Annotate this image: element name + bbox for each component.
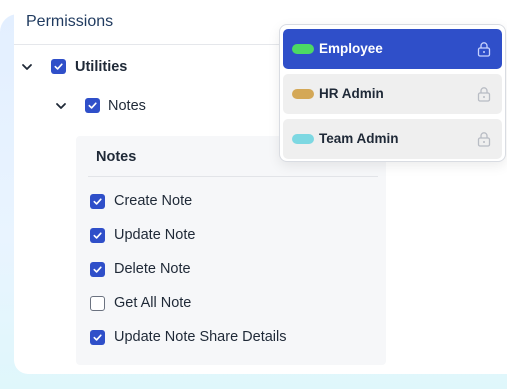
role-option-employee[interactable]: Employee	[283, 29, 502, 69]
create-note-checkbox[interactable]	[90, 194, 105, 209]
permission-row[interactable]: Delete Note	[90, 260, 380, 280]
lock-icon	[477, 41, 491, 57]
permission-label: Create Note	[114, 193, 193, 209]
utilities-label: Utilities	[75, 59, 128, 75]
role-dropdown: Employee HR Admin Team Admin	[279, 24, 506, 162]
page-title: Permissions	[26, 13, 114, 30]
title-divider	[14, 44, 307, 45]
lock-icon	[477, 131, 491, 147]
permission-label: Update Note	[114, 227, 196, 243]
role-name: HR Admin	[319, 86, 384, 101]
permission-row[interactable]: Update Note	[90, 226, 380, 246]
get-all-note-checkbox[interactable]	[90, 296, 105, 311]
permission-label: Update Note Share Details	[114, 329, 287, 345]
utilities-checkbox[interactable]	[51, 59, 66, 74]
update-note-checkbox[interactable]	[90, 228, 105, 243]
chevron-down-icon[interactable]	[55, 100, 67, 112]
role-color-indicator	[292, 44, 314, 54]
role-color-indicator	[292, 134, 314, 144]
notes-checkbox[interactable]	[85, 98, 100, 113]
role-color-indicator	[292, 89, 314, 99]
permission-row[interactable]: Create Note	[90, 192, 380, 212]
update-note-share-details-checkbox[interactable]	[90, 330, 105, 345]
permission-row[interactable]: Update Note Share Details	[90, 328, 380, 348]
lock-icon	[477, 86, 491, 102]
role-name: Employee	[319, 41, 383, 56]
notes-panel-title: Notes	[96, 149, 137, 165]
role-option-team-admin[interactable]: Team Admin	[283, 119, 502, 159]
delete-note-checkbox[interactable]	[90, 262, 105, 277]
notes-permissions-panel: Notes Create Note Update Note Delete Not…	[76, 136, 386, 365]
permission-label: Delete Note	[114, 261, 191, 277]
notes-label: Notes	[108, 98, 146, 114]
permission-row[interactable]: Get All Note	[90, 294, 380, 314]
permission-label: Get All Note	[114, 295, 192, 311]
chevron-down-icon[interactable]	[21, 61, 33, 73]
role-option-hr-admin[interactable]: HR Admin	[283, 74, 502, 114]
notes-panel-divider	[88, 176, 378, 177]
role-name: Team Admin	[319, 131, 399, 146]
